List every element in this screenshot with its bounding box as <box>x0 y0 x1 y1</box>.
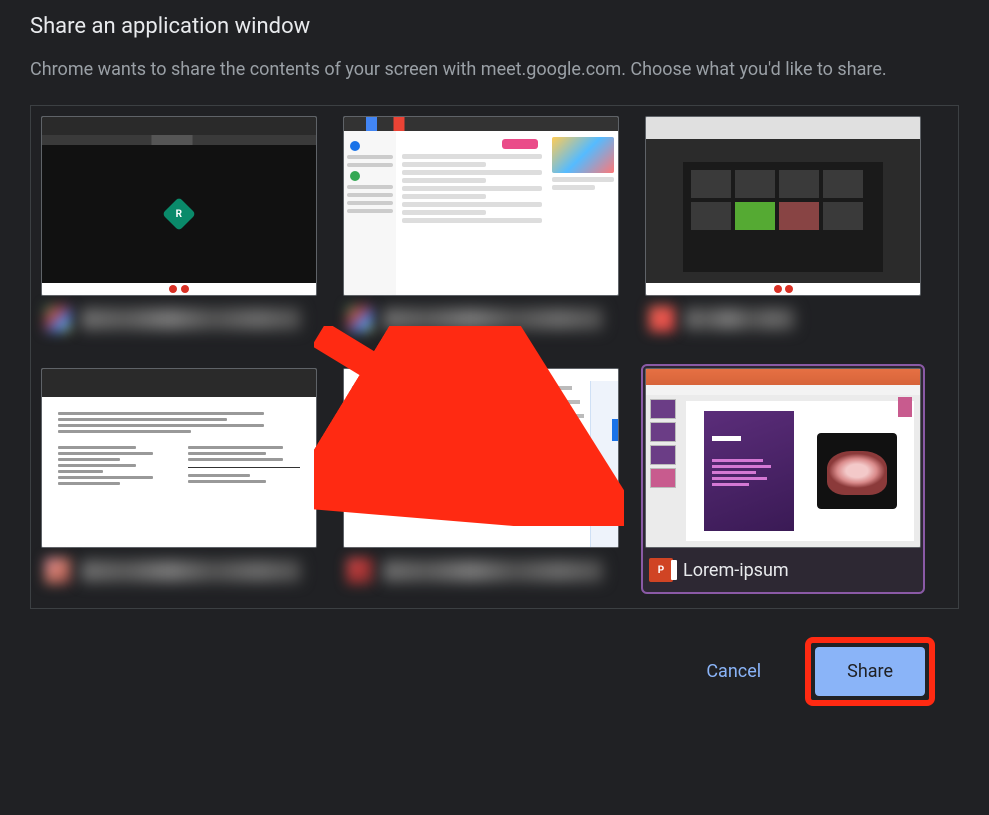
avatar-initial: R <box>176 209 182 220</box>
window-grid-container: R <box>30 105 959 609</box>
share-button-highlight: Share <box>805 637 935 706</box>
powerpoint-icon: P <box>649 558 673 582</box>
window-thumbnail <box>343 116 619 296</box>
window-label-redacted <box>81 308 301 330</box>
window-label-redacted <box>383 308 603 330</box>
window-tile-editor[interactable] <box>641 112 925 342</box>
dialog-button-row: Cancel Share <box>30 609 959 706</box>
window-tile-spreadsheet[interactable] <box>339 364 623 594</box>
window-thumbnail <box>645 116 921 296</box>
app-icon <box>649 306 675 332</box>
window-label-redacted <box>81 560 301 582</box>
window-grid: R <box>37 112 952 594</box>
app-icon <box>45 306 71 332</box>
window-tile-document[interactable] <box>37 364 321 594</box>
window-label-redacted <box>383 560 603 582</box>
app-icon <box>347 306 373 332</box>
dialog-subtitle: Chrome wants to share the contents of yo… <box>30 57 950 83</box>
dialog-title: Share an application window <box>30 0 959 39</box>
window-tile-meet[interactable]: R <box>37 112 321 342</box>
window-thumbnail <box>343 368 619 548</box>
app-icon <box>45 558 71 584</box>
window-thumbnail: R <box>41 116 317 296</box>
app-icon <box>347 558 373 584</box>
window-thumbnail <box>645 368 921 548</box>
window-tile-powerpoint[interactable]: P Lorem-ipsum <box>641 364 925 594</box>
window-thumbnail <box>41 368 317 548</box>
window-label: Lorem-ipsum <box>683 560 789 581</box>
share-button[interactable]: Share <box>815 647 925 696</box>
window-label-redacted <box>685 308 795 330</box>
cancel-button[interactable]: Cancel <box>680 649 787 694</box>
window-tile-mail[interactable] <box>339 112 623 342</box>
share-window-dialog: Share an application window Chrome wants… <box>0 0 989 706</box>
